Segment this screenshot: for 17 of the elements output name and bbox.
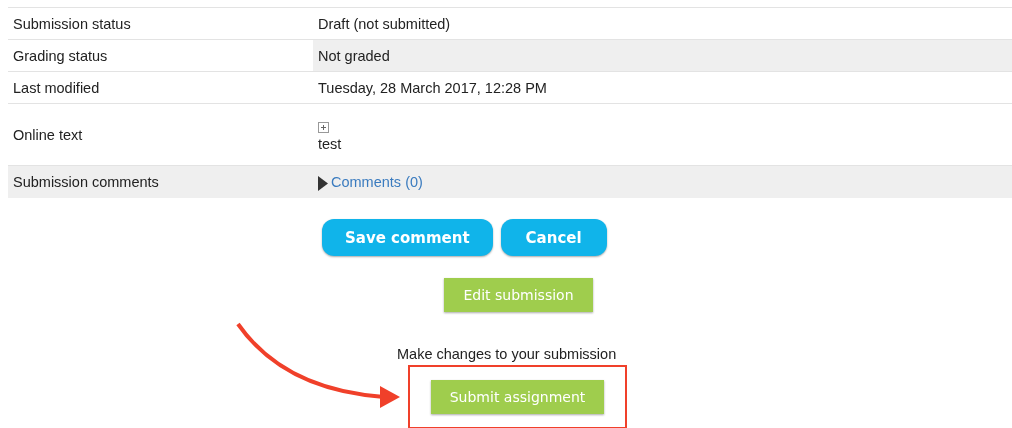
row-value: Tuesday, 28 March 2017, 12:28 PM [318,79,547,96]
comments-link[interactable]: Comments (0) [331,174,423,190]
submit-assignment-button[interactable]: Submit assignment [431,380,604,414]
row-value: test [318,135,342,152]
row-label: Grading status [12,46,109,66]
row-label: Submission status [12,14,132,34]
submit-hint: Make changes to your submission [397,346,617,362]
row-label: Online text [12,125,84,145]
comment-button[interactable]: Cancel [500,219,607,256]
expand-icon[interactable] [318,121,329,133]
edit-submission-button[interactable]: Edit submission [444,278,593,312]
row-value: Draft (not submitted) [318,15,451,32]
comment-button[interactable]: Save comment [322,219,493,256]
row-label: Last modified [12,78,101,98]
row-value: Not graded [318,47,390,64]
triangle-icon[interactable] [318,176,328,191]
row-label: Submission comments [8,166,313,198]
